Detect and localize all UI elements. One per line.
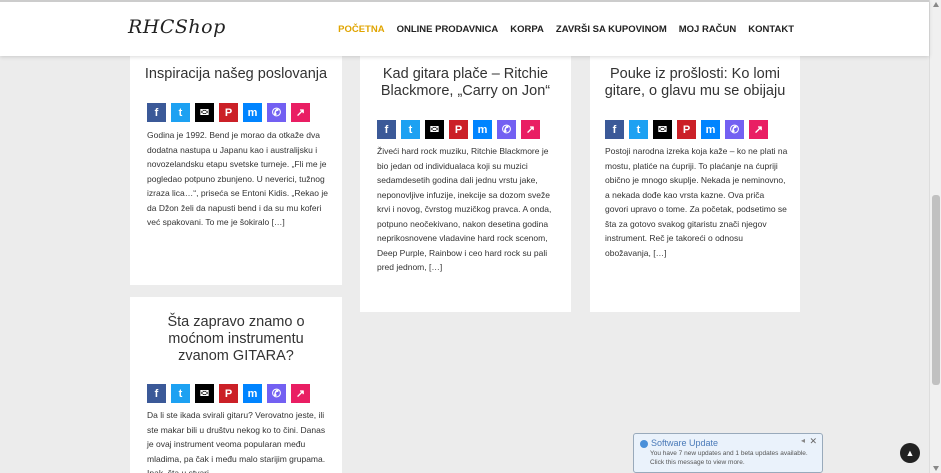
facebook-icon[interactable]: f: [377, 120, 396, 139]
notification-title-text: Software Update: [651, 438, 719, 448]
main-nav: POČETNA ONLINE PRODAVNICA KORPA ZAVRŠI S…: [338, 24, 794, 35]
back-to-top-button[interactable]: ▲: [900, 443, 920, 463]
post-title[interactable]: Šta zapravo znamo o moćnom instrumentu z…: [130, 314, 342, 365]
email-icon[interactable]: ✉: [195, 103, 214, 122]
viber-icon[interactable]: ✆: [267, 384, 286, 403]
post-title[interactable]: Kad gitara plače – Ritchie Blackmore, „C…: [360, 66, 571, 100]
share-bar: f t ✉ Pm ✆ ↗: [147, 384, 342, 403]
post-title[interactable]: Pouke iz prošlosti: Ko lomi gitare, o gl…: [590, 66, 800, 100]
pinterest-icon[interactable]: P: [219, 103, 238, 122]
viber-icon[interactable]: ✆: [267, 103, 286, 122]
messenger-icon[interactable]: m: [243, 384, 262, 403]
post-card: Pouke iz prošlosti: Ko lomi gitare, o gl…: [590, 56, 800, 312]
nav-kontakt[interactable]: KONTAKT: [748, 24, 794, 35]
viber-icon[interactable]: ✆: [497, 120, 516, 139]
share-bar: f t ✉ Pm ✆ ↗: [147, 103, 342, 122]
scroll-down-arrow-icon[interactable]: [933, 466, 939, 471]
pinterest-icon[interactable]: P: [449, 120, 468, 139]
notification-options-icon[interactable]: ◂: [801, 436, 805, 445]
software-update-notification[interactable]: Software Update ◂ ✕ You have 7 new updat…: [633, 433, 823, 473]
email-icon[interactable]: ✉: [195, 384, 214, 403]
site-logo[interactable]: RHCShop: [128, 16, 226, 38]
post-card: Inspiracija našeg poslovanja f t ✉ Pm ✆ ↗ God…: [130, 56, 342, 285]
post-excerpt: Živeći hard rock muziku, Ritchie Blackmo…: [377, 146, 552, 272]
scroll-thumb[interactable]: [932, 195, 940, 385]
share-icon[interactable]: ↗: [521, 120, 540, 139]
share-bar: f t ✉ Pm ✆ ↗: [605, 120, 800, 139]
twitter-icon[interactable]: t: [401, 120, 420, 139]
twitter-icon[interactable]: t: [171, 103, 190, 122]
update-icon: [640, 439, 648, 448]
nav-moj-racun[interactable]: MOJ RAČUN: [679, 24, 737, 35]
post-excerpt: Postoji narodna izreka koja kaže – ko ne…: [605, 146, 788, 258]
post-excerpt: Da li ste ikada svirali gitaru? Verovatn…: [147, 410, 326, 473]
share-icon[interactable]: ↗: [291, 103, 310, 122]
post-title[interactable]: Inspiracija našeg poslovanja: [130, 66, 342, 83]
facebook-icon[interactable]: f: [147, 103, 166, 122]
site-header: RHCShop POČETNA ONLINE PRODAVNICA KORPA …: [0, 0, 929, 56]
messenger-icon[interactable]: m: [243, 103, 262, 122]
notification-message: You have 7 new updates and 1 beta update…: [650, 450, 808, 466]
twitter-icon[interactable]: t: [171, 384, 190, 403]
share-icon[interactable]: ↗: [749, 120, 768, 139]
notification-title: Software Update: [640, 438, 718, 448]
facebook-icon[interactable]: f: [605, 120, 624, 139]
nav-pocetna[interactable]: POČETNA: [338, 24, 384, 35]
facebook-icon[interactable]: f: [147, 384, 166, 403]
post-excerpt: Godina je 1992. Bend je morao da otkaže …: [147, 130, 328, 227]
viber-icon[interactable]: ✆: [725, 120, 744, 139]
email-icon[interactable]: ✉: [653, 120, 672, 139]
twitter-icon[interactable]: t: [629, 120, 648, 139]
post-card: Kad gitara plače – Ritchie Blackmore, „C…: [360, 56, 571, 312]
scroll-up-arrow-icon[interactable]: [933, 2, 939, 7]
messenger-icon[interactable]: m: [701, 120, 720, 139]
share-bar: f t ✉ Pm ✆ ↗: [377, 120, 571, 139]
share-icon[interactable]: ↗: [291, 384, 310, 403]
nav-zavrsi-sa-kupovinom[interactable]: ZAVRŠI SA KUPOVINOM: [556, 24, 667, 35]
page-scrollbar[interactable]: [929, 0, 941, 473]
close-icon[interactable]: ✕: [809, 436, 817, 447]
email-icon[interactable]: ✉: [425, 120, 444, 139]
nav-korpa[interactable]: KORPA: [510, 24, 544, 35]
pinterest-icon[interactable]: P: [219, 384, 238, 403]
post-card: Šta zapravo znamo o moćnom instrumentu z…: [130, 297, 342, 473]
messenger-icon[interactable]: m: [473, 120, 492, 139]
nav-online-prodavnica[interactable]: ONLINE PRODAVNICA: [397, 24, 499, 35]
pinterest-icon[interactable]: P: [677, 120, 696, 139]
